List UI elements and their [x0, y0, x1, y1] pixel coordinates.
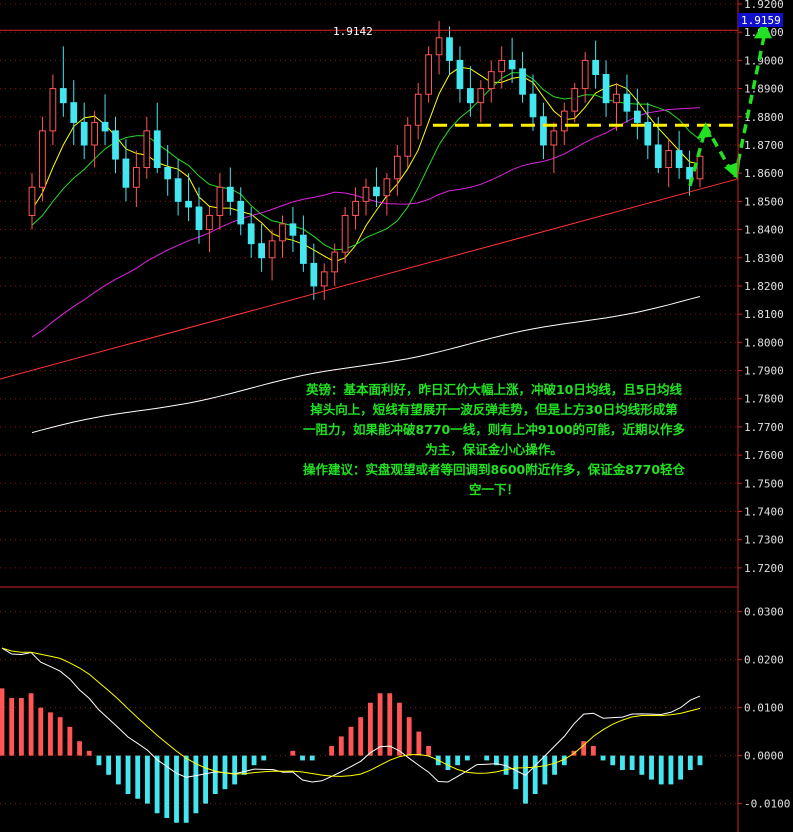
- candle-up: [550, 130, 558, 146]
- candle-down: [654, 144, 662, 169]
- candle-down: [456, 59, 464, 90]
- candle-up: [665, 150, 673, 169]
- candle-up: [435, 37, 443, 56]
- annotation-line-3: 一阻力，如果能冲破8770一线，则有上冲9100的可能，近期以作多: [303, 422, 686, 437]
- candle-up: [404, 124, 412, 157]
- candle-down: [467, 88, 474, 104]
- candle-down: [634, 110, 641, 123]
- candle-down: [226, 186, 234, 202]
- candle-up: [477, 88, 485, 104]
- candle-up: [39, 130, 46, 188]
- candle-down: [153, 130, 161, 169]
- candle-down: [644, 121, 652, 146]
- candle-down: [446, 37, 453, 61]
- macd-tick-label: 0.0000: [744, 750, 784, 763]
- annotation-line-2: 掉头向上，短线有望展开一波反弹走势，但是上方30日均线形成第: [310, 402, 678, 417]
- candle-down: [195, 206, 203, 231]
- candle-up: [268, 240, 276, 259]
- candle-up: [571, 88, 579, 112]
- price-axis: 1.92001.91001.90001.89001.88001.87001.86…: [738, 0, 784, 575]
- candle-up: [133, 167, 140, 188]
- price-tick-label: 1.8600: [744, 167, 784, 180]
- macd-tick-label: 0.0100: [744, 702, 784, 715]
- candle-down: [70, 102, 78, 123]
- annotation-line-1: 英镑：基本面利好，昨日汇价大幅上涨，冲破10日均线，且5日均线: [306, 382, 683, 397]
- candle-up: [341, 214, 349, 253]
- candle-down: [373, 186, 380, 197]
- candle-down: [122, 158, 130, 188]
- candle-up: [425, 54, 432, 95]
- candle-down: [592, 59, 599, 75]
- candle-down: [247, 223, 255, 245]
- annotation-line-4: 为主，保证金小心操作。: [425, 442, 563, 457]
- price-tick-label: 1.7700: [744, 421, 784, 434]
- price-tick-label: 1.7600: [744, 449, 784, 462]
- price-tick-label: 1.7900: [744, 365, 784, 378]
- candle-down: [258, 243, 265, 259]
- candle-down: [300, 234, 307, 264]
- candle-up: [28, 186, 36, 216]
- forex-chart: 1.92001.91001.90001.89001.88001.87001.86…: [0, 0, 793, 832]
- price-tick-label: 1.8300: [744, 252, 784, 265]
- price-tick-label: 1.7200: [744, 562, 784, 575]
- candle-down: [529, 93, 537, 118]
- candle-up: [143, 130, 151, 169]
- price-tick-label: 1.8100: [744, 308, 784, 321]
- candle-down: [237, 200, 245, 225]
- candle-down: [540, 116, 547, 146]
- candle-up: [362, 186, 370, 202]
- price-tick-label: 1.8900: [744, 83, 784, 96]
- candle-down: [289, 223, 297, 236]
- candle-down: [675, 150, 683, 169]
- candle-up: [498, 59, 506, 73]
- candle-up: [331, 251, 339, 273]
- annotation-line-5: 操作建议：实盘观望或者等回调到8600附近作多，保证金8770轻仓: [303, 462, 686, 477]
- candle-down: [623, 93, 631, 112]
- candle-down: [519, 68, 526, 95]
- candle-down: [112, 130, 119, 160]
- price-tick-label: 1.8000: [744, 336, 784, 349]
- price-tick-label: 1.9000: [744, 54, 784, 67]
- candle-down: [185, 200, 192, 208]
- candle-down: [508, 59, 516, 70]
- price-tick-label: 1.7300: [744, 534, 784, 547]
- macd-tick-label: 0.0200: [744, 654, 784, 667]
- candle-up: [320, 271, 328, 287]
- candle-up: [414, 93, 422, 126]
- candle-up: [487, 71, 495, 90]
- candle-up: [393, 155, 401, 180]
- current-price-label: 1.9159: [741, 14, 781, 27]
- peak-price-label: 1.9142: [333, 25, 373, 38]
- candle-up: [49, 88, 57, 132]
- annotation-line-6: 空一下！: [469, 482, 519, 497]
- candle-down: [80, 121, 88, 146]
- price-tick-label: 1.8500: [744, 195, 784, 208]
- macd-tick-label: -0.0100: [744, 798, 790, 811]
- candle-down: [174, 178, 182, 202]
- price-tick-label: 1.8400: [744, 224, 784, 237]
- candle-up: [613, 93, 620, 104]
- candle-down: [310, 262, 318, 287]
- candle-up: [91, 121, 98, 146]
- candle-up: [696, 155, 704, 180]
- candle-up: [581, 59, 589, 90]
- candle-down: [101, 121, 109, 132]
- candle-down: [59, 88, 67, 104]
- price-tick-label: 1.7500: [744, 477, 784, 490]
- candle-down: [602, 73, 610, 104]
- price-tick-label: 1.7800: [744, 393, 784, 406]
- price-tick-label: 1.7400: [744, 506, 784, 519]
- price-tick-label: 1.8700: [744, 139, 784, 152]
- candle-down: [164, 167, 172, 180]
- candle-up: [560, 110, 568, 132]
- candle-up: [383, 178, 391, 197]
- candle-up: [216, 186, 224, 216]
- macd-tick-label: 0.0300: [744, 606, 784, 619]
- candle-up: [279, 223, 286, 242]
- price-tick-label: 1.8200: [744, 280, 784, 293]
- candle-up: [352, 200, 359, 216]
- candle-up: [206, 214, 213, 231]
- price-tick-label: 1.9200: [744, 0, 784, 11]
